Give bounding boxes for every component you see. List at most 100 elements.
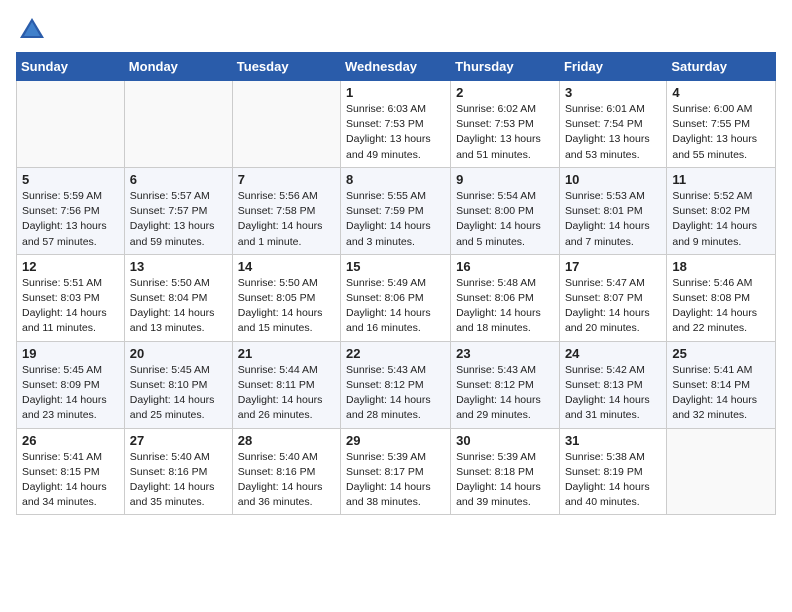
cell-info: Sunrise: 5:56 AM Sunset: 7:58 PM Dayligh…: [238, 189, 335, 250]
day-number: 21: [238, 346, 335, 361]
calendar-cell: 23Sunrise: 5:43 AM Sunset: 8:12 PM Dayli…: [451, 341, 560, 428]
header-day-sunday: Sunday: [17, 53, 125, 81]
calendar-cell: 15 Sunrise: 5:49 AM Sunset: 8:06 PM Dayli…: [341, 254, 451, 341]
cell-info: Sunrise: 5:40 AM Sunset: 8:16 PM Dayligh…: [130, 450, 227, 511]
day-number: 12: [22, 259, 119, 274]
calendar-cell: 11Sunrise: 5:52 AM Sunset: 8:02 PM Dayli…: [667, 167, 776, 254]
day-number: 3: [565, 85, 661, 100]
cell-info: Sunrise: 5:41 AM Sunset: 8:14 PM Dayligh…: [672, 363, 770, 424]
day-number: 10: [565, 172, 661, 187]
day-number: 8: [346, 172, 445, 187]
cell-info: Sunrise: 5:39 AM Sunset: 8:18 PM Dayligh…: [456, 450, 554, 511]
calendar-cell: 22 Sunrise: 5:43 AM Sunset: 8:12 PM Dayli…: [341, 341, 451, 428]
calendar-cell: 20 Sunrise: 5:45 AM Sunset: 8:10 PM Dayli…: [124, 341, 232, 428]
cell-info: Sunrise: 6:02 AM Sunset: 7:53 PM Dayligh…: [456, 102, 554, 163]
cell-info: Sunrise: 5:43 AM Sunset: 8:12 PM Dayligh…: [346, 363, 445, 424]
day-number: 28: [238, 433, 335, 448]
day-number: 30: [456, 433, 554, 448]
calendar-cell: 3 Sunrise: 6:01 AM Sunset: 7:54 PM Daylig…: [559, 81, 666, 168]
header-day-wednesday: Wednesday: [341, 53, 451, 81]
cell-info: Sunrise: 6:00 AM Sunset: 7:55 PM Dayligh…: [672, 102, 770, 163]
cell-info: Sunrise: 5:51 AM Sunset: 8:03 PM Dayligh…: [22, 276, 119, 337]
calendar-cell: 1 Sunrise: 6:03 AM Sunset: 7:53 PM Daylig…: [341, 81, 451, 168]
header-day-friday: Friday: [559, 53, 666, 81]
day-number: 29: [346, 433, 445, 448]
cell-info: Sunrise: 5:48 AM Sunset: 8:06 PM Dayligh…: [456, 276, 554, 337]
day-number: 22: [346, 346, 445, 361]
calendar-week-2: 5 Sunrise: 5:59 AM Sunset: 7:56 PM Daylig…: [17, 167, 776, 254]
day-number: 15: [346, 259, 445, 274]
calendar-cell: [17, 81, 125, 168]
day-number: 7: [238, 172, 335, 187]
day-number: 9: [456, 172, 554, 187]
day-number: 20: [130, 346, 227, 361]
header-day-saturday: Saturday: [667, 53, 776, 81]
calendar-table: SundayMondayTuesdayWednesdayThursdayFrid…: [16, 52, 776, 515]
calendar-header: SundayMondayTuesdayWednesdayThursdayFrid…: [17, 53, 776, 81]
cell-info: Sunrise: 5:53 AM Sunset: 8:01 PM Dayligh…: [565, 189, 661, 250]
calendar-cell: 30 Sunrise: 5:39 AM Sunset: 8:18 PM Dayli…: [451, 428, 560, 515]
cell-info: Sunrise: 5:39 AM Sunset: 8:17 PM Dayligh…: [346, 450, 445, 511]
day-number: 4: [672, 85, 770, 100]
cell-info: Sunrise: 5:43 AM Sunset: 8:12 PM Dayligh…: [456, 363, 554, 424]
cell-info: Sunrise: 5:38 AM Sunset: 8:19 PM Dayligh…: [565, 450, 661, 511]
calendar-cell: 9 Sunrise: 5:54 AM Sunset: 8:00 PM Daylig…: [451, 167, 560, 254]
calendar-cell: 2Sunrise: 6:02 AM Sunset: 7:53 PM Daylig…: [451, 81, 560, 168]
calendar-cell: 7 Sunrise: 5:56 AM Sunset: 7:58 PM Daylig…: [232, 167, 340, 254]
calendar-cell: 5 Sunrise: 5:59 AM Sunset: 7:56 PM Daylig…: [17, 167, 125, 254]
calendar-cell: 29 Sunrise: 5:39 AM Sunset: 8:17 PM Dayli…: [341, 428, 451, 515]
cell-info: Sunrise: 5:49 AM Sunset: 8:06 PM Dayligh…: [346, 276, 445, 337]
cell-info: Sunrise: 5:46 AM Sunset: 8:08 PM Dayligh…: [672, 276, 770, 337]
calendar-cell: 12 Sunrise: 5:51 AM Sunset: 8:03 PM Dayli…: [17, 254, 125, 341]
calendar-cell: 10 Sunrise: 5:53 AM Sunset: 8:01 PM Dayli…: [559, 167, 666, 254]
day-number: 13: [130, 259, 227, 274]
calendar-cell: 8 Sunrise: 5:55 AM Sunset: 7:59 PM Daylig…: [341, 167, 451, 254]
calendar-cell: 4 Sunrise: 6:00 AM Sunset: 7:55 PM Daylig…: [667, 81, 776, 168]
cell-info: Sunrise: 5:57 AM Sunset: 7:57 PM Dayligh…: [130, 189, 227, 250]
calendar-cell: 28 Sunrise: 5:40 AM Sunset: 8:16 PM Dayli…: [232, 428, 340, 515]
calendar-cell: 21 Sunrise: 5:44 AM Sunset: 8:11 PM Dayli…: [232, 341, 340, 428]
day-number: 17: [565, 259, 661, 274]
cell-info: Sunrise: 5:44 AM Sunset: 8:11 PM Dayligh…: [238, 363, 335, 424]
calendar-cell: [124, 81, 232, 168]
header-day-thursday: Thursday: [451, 53, 560, 81]
cell-info: Sunrise: 6:03 AM Sunset: 7:53 PM Dayligh…: [346, 102, 445, 163]
header-day-monday: Monday: [124, 53, 232, 81]
cell-info: Sunrise: 5:41 AM Sunset: 8:15 PM Dayligh…: [22, 450, 119, 511]
calendar-cell: 16Sunrise: 5:48 AM Sunset: 8:06 PM Dayli…: [451, 254, 560, 341]
day-number: 25: [672, 346, 770, 361]
cell-info: Sunrise: 6:01 AM Sunset: 7:54 PM Dayligh…: [565, 102, 661, 163]
calendar-cell: 18 Sunrise: 5:46 AM Sunset: 8:08 PM Dayli…: [667, 254, 776, 341]
calendar-cell: 13 Sunrise: 5:50 AM Sunset: 8:04 PM Dayli…: [124, 254, 232, 341]
calendar-cell: 17 Sunrise: 5:47 AM Sunset: 8:07 PM Dayli…: [559, 254, 666, 341]
cell-info: Sunrise: 5:45 AM Sunset: 8:10 PM Dayligh…: [130, 363, 227, 424]
cell-info: Sunrise: 5:47 AM Sunset: 8:07 PM Dayligh…: [565, 276, 661, 337]
cell-info: Sunrise: 5:54 AM Sunset: 8:00 PM Dayligh…: [456, 189, 554, 250]
cell-info: Sunrise: 5:55 AM Sunset: 7:59 PM Dayligh…: [346, 189, 445, 250]
day-number: 24: [565, 346, 661, 361]
calendar-cell: 31 Sunrise: 5:38 AM Sunset: 8:19 PM Dayli…: [559, 428, 666, 515]
cell-info: Sunrise: 5:59 AM Sunset: 7:56 PM Dayligh…: [22, 189, 119, 250]
calendar-cell: 6 Sunrise: 5:57 AM Sunset: 7:57 PM Daylig…: [124, 167, 232, 254]
cell-info: Sunrise: 5:40 AM Sunset: 8:16 PM Dayligh…: [238, 450, 335, 511]
day-number: 27: [130, 433, 227, 448]
calendar-cell: [232, 81, 340, 168]
calendar-cell: 27 Sunrise: 5:40 AM Sunset: 8:16 PM Dayli…: [124, 428, 232, 515]
calendar-week-5: 26Sunrise: 5:41 AM Sunset: 8:15 PM Dayli…: [17, 428, 776, 515]
day-number: 18: [672, 259, 770, 274]
calendar-cell: 19Sunrise: 5:45 AM Sunset: 8:09 PM Dayli…: [17, 341, 125, 428]
calendar-cell: 24 Sunrise: 5:42 AM Sunset: 8:13 PM Dayli…: [559, 341, 666, 428]
day-number: 19: [22, 346, 119, 361]
calendar-cell: 14Sunrise: 5:50 AM Sunset: 8:05 PM Dayli…: [232, 254, 340, 341]
calendar-cell: [667, 428, 776, 515]
day-number: 5: [22, 172, 119, 187]
cell-info: Sunrise: 5:42 AM Sunset: 8:13 PM Dayligh…: [565, 363, 661, 424]
day-number: 6: [130, 172, 227, 187]
day-number: 14: [238, 259, 335, 274]
cell-info: Sunrise: 5:50 AM Sunset: 8:04 PM Dayligh…: [130, 276, 227, 337]
day-number: 1: [346, 85, 445, 100]
cell-info: Sunrise: 5:52 AM Sunset: 8:02 PM Dayligh…: [672, 189, 770, 250]
logo: [16, 16, 46, 44]
day-number: 31: [565, 433, 661, 448]
calendar-week-4: 19Sunrise: 5:45 AM Sunset: 8:09 PM Dayli…: [17, 341, 776, 428]
